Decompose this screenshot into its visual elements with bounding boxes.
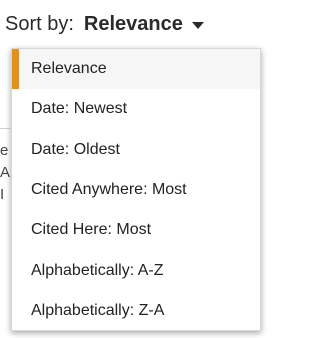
caret-down-icon[interactable] bbox=[191, 21, 204, 29]
sort-option-date-newest[interactable]: Date: Newest bbox=[12, 89, 260, 129]
sort-option-cited-anywhere-most[interactable]: Cited Anywhere: Most bbox=[12, 170, 260, 210]
sort-option-alphabetically-z-a[interactable]: Alphabetically: Z-A bbox=[12, 291, 260, 331]
background-divider bbox=[0, 128, 10, 129]
sort-option-cited-here-most[interactable]: Cited Here: Most bbox=[12, 210, 260, 250]
sort-option-alphabetically-a-z[interactable]: Alphabetically: A-Z bbox=[12, 250, 260, 290]
sort-label: Sort by: bbox=[5, 12, 74, 35]
sort-dropdown-menu: Relevance Date: Newest Date: Oldest Cite… bbox=[11, 48, 261, 331]
sort-current-value[interactable]: Relevance bbox=[84, 13, 183, 36]
sort-option-relevance[interactable]: Relevance bbox=[12, 49, 260, 90]
sort-control[interactable]: Sort by: Relevance bbox=[0, 0, 269, 48]
sort-option-date-oldest[interactable]: Date: Oldest bbox=[12, 130, 260, 170]
